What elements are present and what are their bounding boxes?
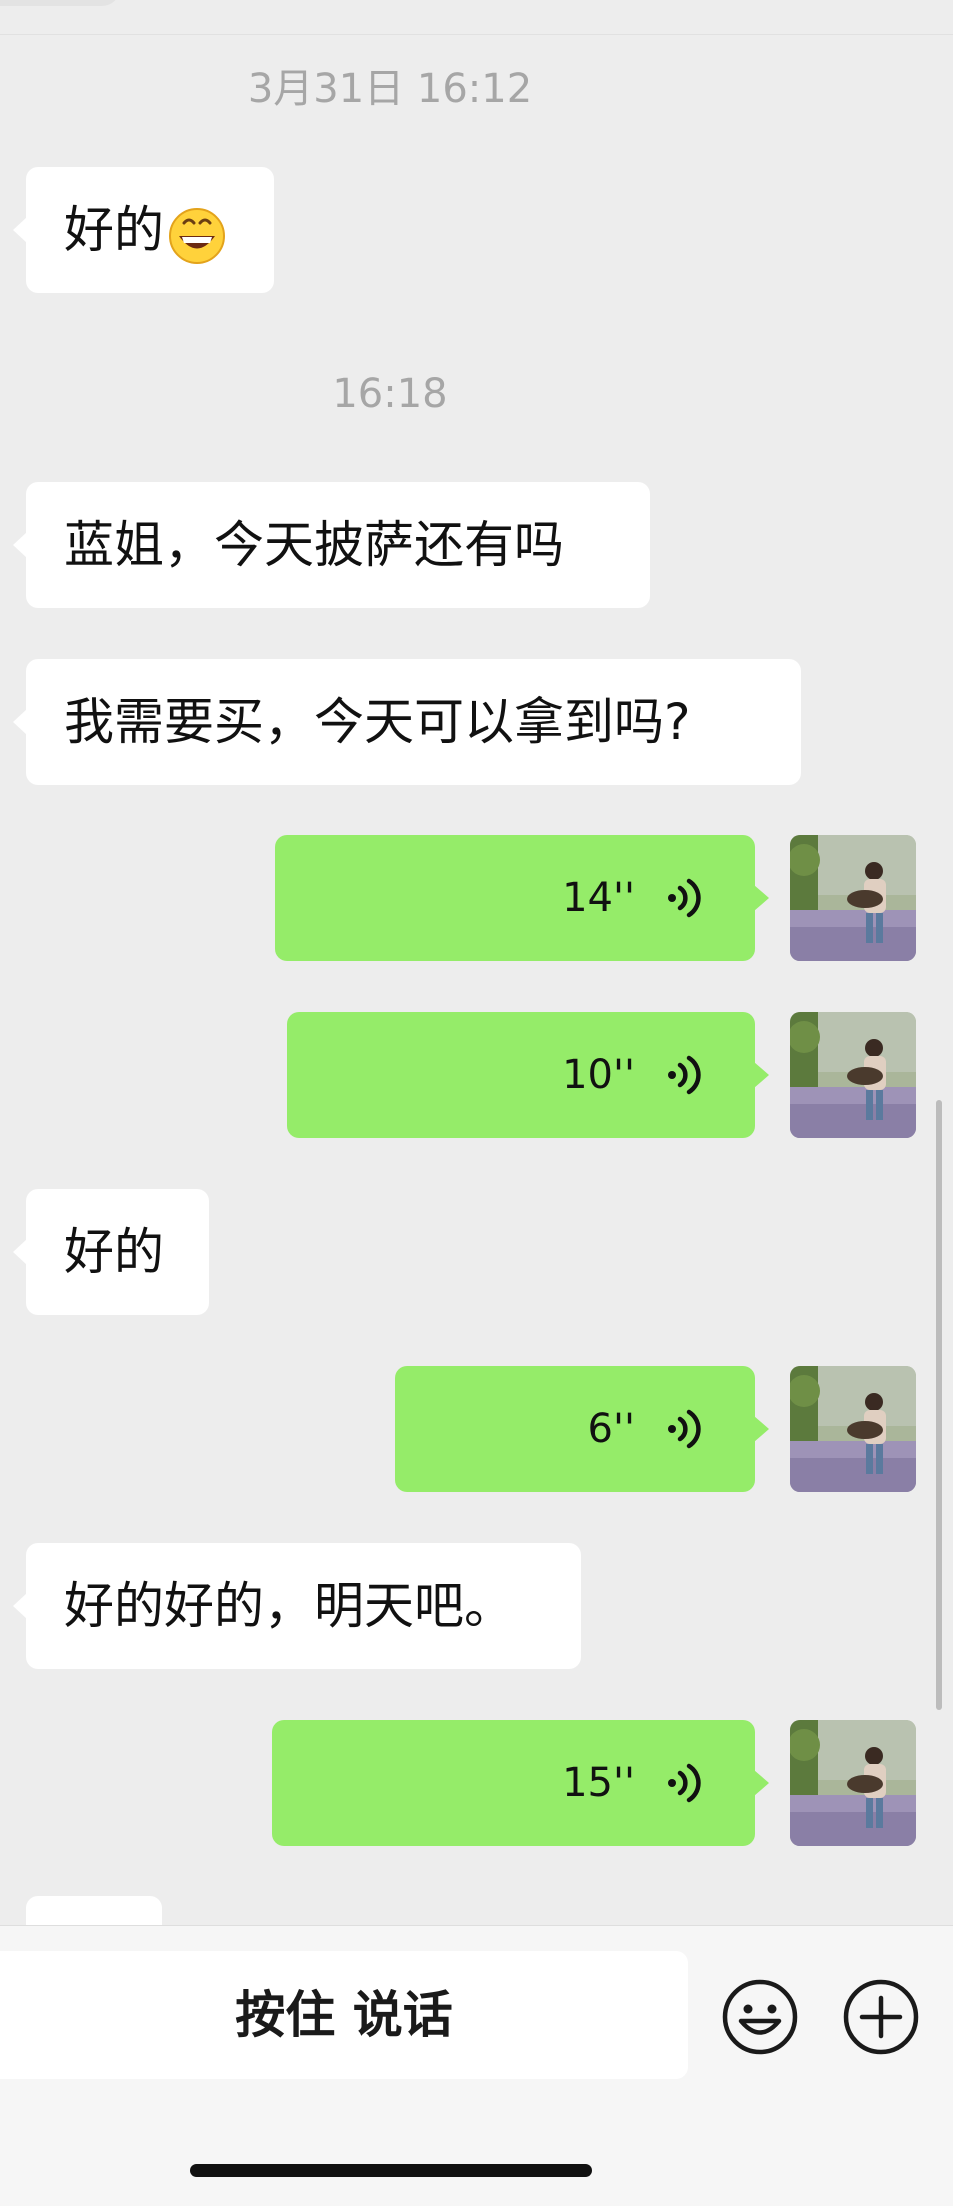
voice-wave-icon — [663, 1763, 703, 1803]
voice-duration: 10'' — [562, 1052, 635, 1098]
chat-message-list[interactable]: 3月31日 16:12 好的 16:18 蓝姐，今天披萨还有吗 我需要买，今天可… — [0, 0, 953, 1925]
avatar[interactable] — [790, 835, 916, 961]
voice-wave-icon — [663, 1055, 703, 1095]
scrollbar[interactable] — [936, 1100, 942, 1710]
voice-duration: 15'' — [562, 1760, 635, 1806]
partial-message-bubble — [26, 1896, 162, 1925]
avatar[interactable] — [790, 1720, 916, 1846]
message-bubble-incoming[interactable]: 我需要买，今天可以拿到吗? — [13, 659, 801, 785]
top-edge — [0, 0, 953, 35]
home-indicator — [190, 2164, 592, 2177]
message-bubble-incoming[interactable]: 蓝姐，今天披萨还有吗 — [13, 482, 650, 608]
message-bubble-incoming[interactable]: 好的 — [13, 1189, 209, 1315]
voice-wave-icon — [663, 878, 703, 918]
voice-message-bubble[interactable]: 6'' — [395, 1366, 769, 1492]
timestamp: 3月31日 16:12 — [247, 66, 533, 112]
timestamp: 16:18 — [332, 371, 448, 417]
plus-icon[interactable] — [842, 1978, 920, 2056]
voice-message-bubble[interactable]: 15'' — [272, 1720, 769, 1846]
voice-duration: 14'' — [562, 875, 635, 921]
input-bar: 按住 说话 — [0, 1925, 953, 2206]
hold-to-talk-button[interactable]: 按住 说话 — [0, 1951, 688, 2079]
voice-message-bubble[interactable]: 14'' — [275, 835, 769, 961]
message-bubble-incoming[interactable]: 好的好的，明天吧。 — [13, 1543, 581, 1669]
smiley-icon[interactable] — [721, 1978, 799, 2056]
avatar[interactable] — [790, 1012, 916, 1138]
avatar[interactable] — [790, 1366, 916, 1492]
voice-message-bubble[interactable]: 10'' — [287, 1012, 769, 1138]
message-bubble-incoming[interactable]: 好的 — [13, 167, 274, 293]
message-text: 好的 — [64, 201, 164, 259]
grinning-face-emoji-icon — [169, 207, 225, 264]
voice-wave-icon — [663, 1409, 703, 1449]
voice-duration: 6'' — [587, 1406, 635, 1452]
